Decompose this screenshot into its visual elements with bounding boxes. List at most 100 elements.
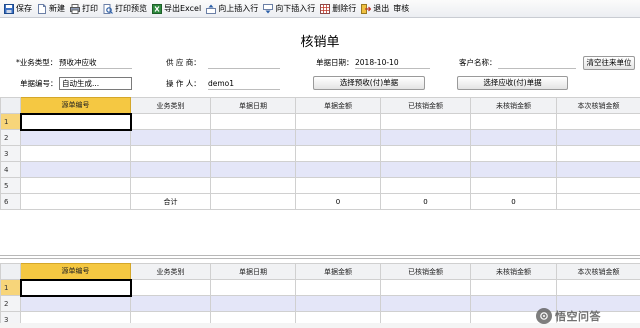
grid-cell[interactable] bbox=[130, 295, 211, 312]
save-button[interactable]: 保存 bbox=[2, 1, 35, 17]
grid-cell[interactable] bbox=[210, 295, 296, 312]
grid-cell[interactable] bbox=[19, 278, 132, 297]
print-preview-button[interactable]: 打印预览 bbox=[101, 1, 150, 17]
grid-cell[interactable] bbox=[295, 177, 381, 194]
export-excel-button[interactable]: 导出Excel bbox=[150, 1, 204, 17]
grid-cell[interactable] bbox=[295, 129, 381, 146]
grid-cell[interactable] bbox=[380, 177, 471, 194]
grid-cell[interactable] bbox=[20, 161, 131, 178]
grid-cell[interactable] bbox=[20, 177, 131, 194]
select-prepay-button[interactable]: 选择预收(付)单据 bbox=[313, 76, 425, 90]
doc-no-field[interactable]: 自动生成... bbox=[59, 77, 132, 90]
grid-cell[interactable] bbox=[470, 161, 557, 178]
col-header-current-amount[interactable]: 本次核销金额 bbox=[556, 97, 640, 114]
grid-cell[interactable] bbox=[556, 279, 640, 296]
print-icon bbox=[69, 3, 80, 14]
grid-cell[interactable] bbox=[295, 113, 381, 130]
page-root: 保存 新建 打印 打印预览 导出Excel 向上插入行 向下插入行 删除行 退出… bbox=[0, 0, 640, 328]
col-header-unverified-amount[interactable]: 未核销金额 bbox=[470, 97, 557, 114]
col-header-source-no[interactable]: 源单编号 bbox=[20, 263, 131, 280]
customer-field[interactable] bbox=[498, 58, 576, 69]
operator-field[interactable]: demo1 bbox=[208, 79, 280, 90]
audit-button[interactable]: 审核 bbox=[392, 1, 412, 17]
row-number[interactable]: 5 bbox=[0, 177, 21, 194]
row-number[interactable]: 1 bbox=[0, 113, 21, 130]
col-header-source-no[interactable]: 源单编号 bbox=[20, 97, 131, 114]
doc-date-field[interactable]: 2018-10-10 bbox=[355, 58, 430, 69]
row-number[interactable]: 2 bbox=[0, 129, 21, 146]
grid-cell[interactable] bbox=[470, 177, 557, 194]
grid-cell[interactable] bbox=[130, 177, 211, 194]
grid-cell[interactable] bbox=[470, 145, 557, 162]
grid-cell[interactable] bbox=[556, 113, 640, 130]
grid-cell[interactable] bbox=[380, 129, 471, 146]
supplier-field[interactable] bbox=[208, 58, 280, 69]
grid-cell[interactable] bbox=[295, 295, 381, 312]
insert-row-down-button[interactable]: 向下插入行 bbox=[261, 1, 318, 17]
grid-cell[interactable] bbox=[470, 279, 557, 296]
total-label: 合计 bbox=[130, 193, 211, 210]
grid-cell[interactable] bbox=[470, 113, 557, 130]
insert-row-down-label: 向下插入行 bbox=[275, 3, 316, 13]
grid-cell[interactable] bbox=[210, 177, 296, 194]
grid-cell[interactable] bbox=[380, 295, 471, 312]
grid-cell[interactable] bbox=[556, 177, 640, 194]
grid-cell[interactable] bbox=[295, 161, 381, 178]
new-label: 新建 bbox=[49, 3, 65, 13]
col-header-doc-amount[interactable]: 单据金额 bbox=[295, 97, 381, 114]
business-type-field[interactable]: 预收冲应收 bbox=[59, 58, 132, 69]
grid-cell[interactable] bbox=[20, 129, 131, 146]
row-number[interactable]: 3 bbox=[0, 145, 21, 162]
grid-cell[interactable] bbox=[20, 295, 131, 312]
exit-button[interactable]: 退出 bbox=[359, 1, 392, 17]
grid-cell[interactable] bbox=[380, 161, 471, 178]
col-header-current-amount[interactable]: 本次核销金额 bbox=[556, 263, 640, 280]
grid-cell bbox=[210, 193, 296, 210]
grid-cell[interactable] bbox=[556, 145, 640, 162]
col-header-unverified-amount[interactable]: 未核销金额 bbox=[470, 263, 557, 280]
col-header-doc-amount[interactable]: 单据金额 bbox=[295, 263, 381, 280]
grid-cell[interactable] bbox=[380, 113, 471, 130]
grid-cell[interactable] bbox=[210, 279, 296, 296]
col-header-doc-date[interactable]: 单据日期 bbox=[210, 263, 296, 280]
grid-cell[interactable] bbox=[556, 161, 640, 178]
col-header-business-type[interactable]: 业务类别 bbox=[130, 97, 211, 114]
select-receivable-button[interactable]: 选择应收(付)单据 bbox=[457, 76, 568, 90]
new-button[interactable]: 新建 bbox=[35, 1, 68, 17]
col-header-verified-amount[interactable]: 已核销金额 bbox=[380, 263, 471, 280]
grid-cell[interactable] bbox=[380, 279, 471, 296]
row-number[interactable]: 6 bbox=[0, 193, 21, 210]
grid-cell[interactable] bbox=[295, 145, 381, 162]
print-button[interactable]: 打印 bbox=[68, 1, 101, 17]
insert-row-up-button[interactable]: 向上插入行 bbox=[204, 1, 261, 17]
grid-cell[interactable] bbox=[130, 113, 211, 130]
grid-cell[interactable] bbox=[130, 145, 211, 162]
grid-cell[interactable] bbox=[470, 129, 557, 146]
grid-cell[interactable] bbox=[130, 129, 211, 146]
grid-cell[interactable] bbox=[380, 145, 471, 162]
grid-cell[interactable] bbox=[210, 145, 296, 162]
grid-header-row: 源单编号 业务类别 单据日期 单据金额 已核销金额 未核销金额 本次核销金额 bbox=[0, 263, 640, 280]
grid-cell[interactable] bbox=[210, 113, 296, 130]
grid-cell[interactable] bbox=[19, 112, 132, 131]
wukong-logo-icon bbox=[536, 308, 552, 324]
section-divider[interactable] bbox=[0, 255, 640, 256]
col-header-verified-amount[interactable]: 已核销金额 bbox=[380, 97, 471, 114]
grid-cell[interactable] bbox=[210, 129, 296, 146]
doc-no-label: 单据编号： bbox=[20, 79, 58, 88]
clear-contact-button[interactable]: 清空往来单位 bbox=[583, 56, 635, 70]
grid-cell[interactable] bbox=[130, 161, 211, 178]
row-number[interactable]: 4 bbox=[0, 161, 21, 178]
exit-icon bbox=[360, 3, 371, 14]
customer-label: 客户名称： bbox=[459, 58, 497, 67]
col-header-business-type[interactable]: 业务类别 bbox=[130, 263, 211, 280]
col-header-doc-date[interactable]: 单据日期 bbox=[210, 97, 296, 114]
grid-cell[interactable] bbox=[130, 279, 211, 296]
row-number[interactable]: 1 bbox=[0, 279, 21, 296]
row-number[interactable]: 2 bbox=[0, 295, 21, 312]
grid-cell[interactable] bbox=[210, 161, 296, 178]
grid-cell[interactable] bbox=[556, 129, 640, 146]
grid-cell[interactable] bbox=[295, 279, 381, 296]
delete-row-button[interactable]: 删除行 bbox=[318, 1, 359, 17]
grid-cell[interactable] bbox=[20, 145, 131, 162]
